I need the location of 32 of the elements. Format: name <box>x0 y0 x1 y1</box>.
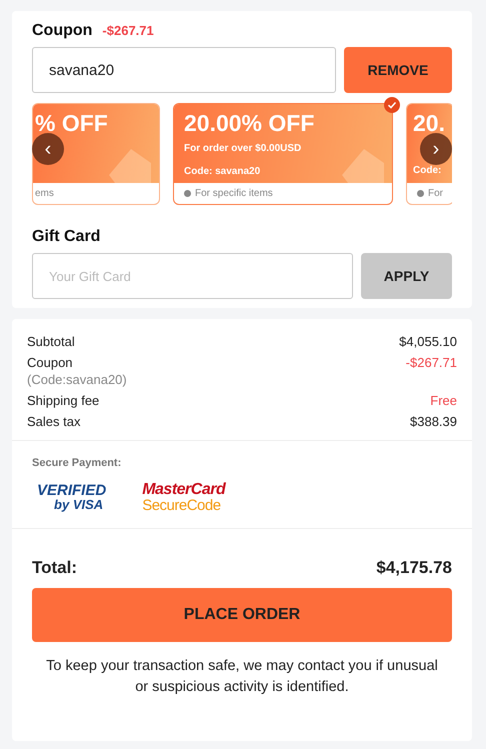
info-icon <box>417 190 424 197</box>
total-label: Total: <box>32 556 78 578</box>
coupon-code-note: (Code:savana20) <box>27 371 127 388</box>
summary-label: Subtotal <box>27 333 75 350</box>
summary-value: -$267.71 <box>406 354 457 372</box>
info-icon <box>184 190 191 197</box>
coupon-title: 20.00% OFF <box>184 109 316 138</box>
summary-label: Coupon <box>27 354 74 371</box>
coupon-scope: ems <box>35 187 54 201</box>
coupon-field[interactable]: savana20 <box>32 47 336 93</box>
total-value: $4,175.78 <box>376 556 452 578</box>
summary-value: $388.39 <box>410 413 457 430</box>
section-title: Coupon <box>32 21 92 41</box>
coupon-discount: -$267.71 <box>102 22 154 40</box>
security-notice: To keep your transaction safe, we may contact you if unusual or suspicious activity is identified. <box>45 657 439 697</box>
secure-payment-label: Secure Payment: <box>32 456 122 471</box>
coupon-card[interactable]: 20.00% OFF For order over $0.00USD Code: savana20 For specific items <box>173 103 393 205</box>
place-order-button[interactable]: PLACE ORDER <box>32 588 452 642</box>
coupon-code: Code: <box>413 164 442 178</box>
remove-button[interactable]: REMOVE <box>344 47 452 93</box>
coupon-scope: For <box>428 187 443 201</box>
summary-value: Free <box>430 392 457 409</box>
summary-label: Sales tax <box>27 413 80 430</box>
section-title: Gift Card <box>32 227 102 247</box>
coupon-code: Code: savana20 <box>184 165 262 179</box>
verified-by-visa-logo: VERIFIED by VISA <box>37 484 106 512</box>
mastercard-securecode-logo: MasterCard SecureCode <box>142 482 226 514</box>
summary-label: Shipping fee <box>27 392 100 409</box>
coupon-condition: For order over $0.00USD <box>184 142 302 156</box>
gift-card-field[interactable]: Your Gift Card <box>32 253 353 299</box>
summary-value: $4,055.10 <box>399 333 457 350</box>
coupon-scope: For specific items <box>195 187 273 201</box>
